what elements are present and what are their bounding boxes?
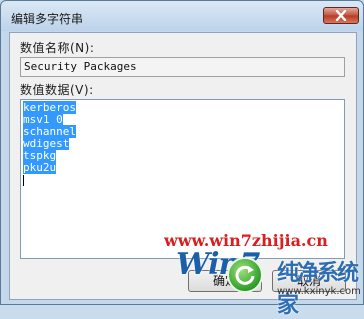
value-data-line: wdigest bbox=[23, 137, 70, 150]
text-caret bbox=[23, 175, 24, 186]
close-icon bbox=[335, 10, 347, 21]
value-data-label: 数值数据(V): bbox=[20, 83, 94, 97]
value-data-line: pku2u bbox=[23, 161, 57, 174]
dialog-title: 编辑多字符串 bbox=[11, 12, 84, 26]
value-data-line: kerberos bbox=[23, 101, 76, 114]
value-data-line: schannel bbox=[23, 125, 76, 138]
ok-button[interactable]: 确定 bbox=[188, 270, 262, 292]
dialog-body: 数值名称(N): Security Packages 数值数据(V): kerb… bbox=[9, 32, 357, 300]
value-name-label: 数值名称(N): bbox=[20, 41, 95, 55]
value-data-line: tspkg bbox=[23, 149, 57, 162]
close-button[interactable] bbox=[323, 7, 359, 24]
value-name-field[interactable]: Security Packages bbox=[20, 57, 345, 77]
edit-multi-string-dialog: 编辑多字符串 数值名称(N): Security Packages 数值数据(V… bbox=[0, 0, 364, 318]
cancel-button[interactable]: 取消 bbox=[272, 270, 346, 292]
value-data-textarea[interactable]: kerberos msv1_0 schannel wdigest tspkg p… bbox=[20, 99, 345, 259]
